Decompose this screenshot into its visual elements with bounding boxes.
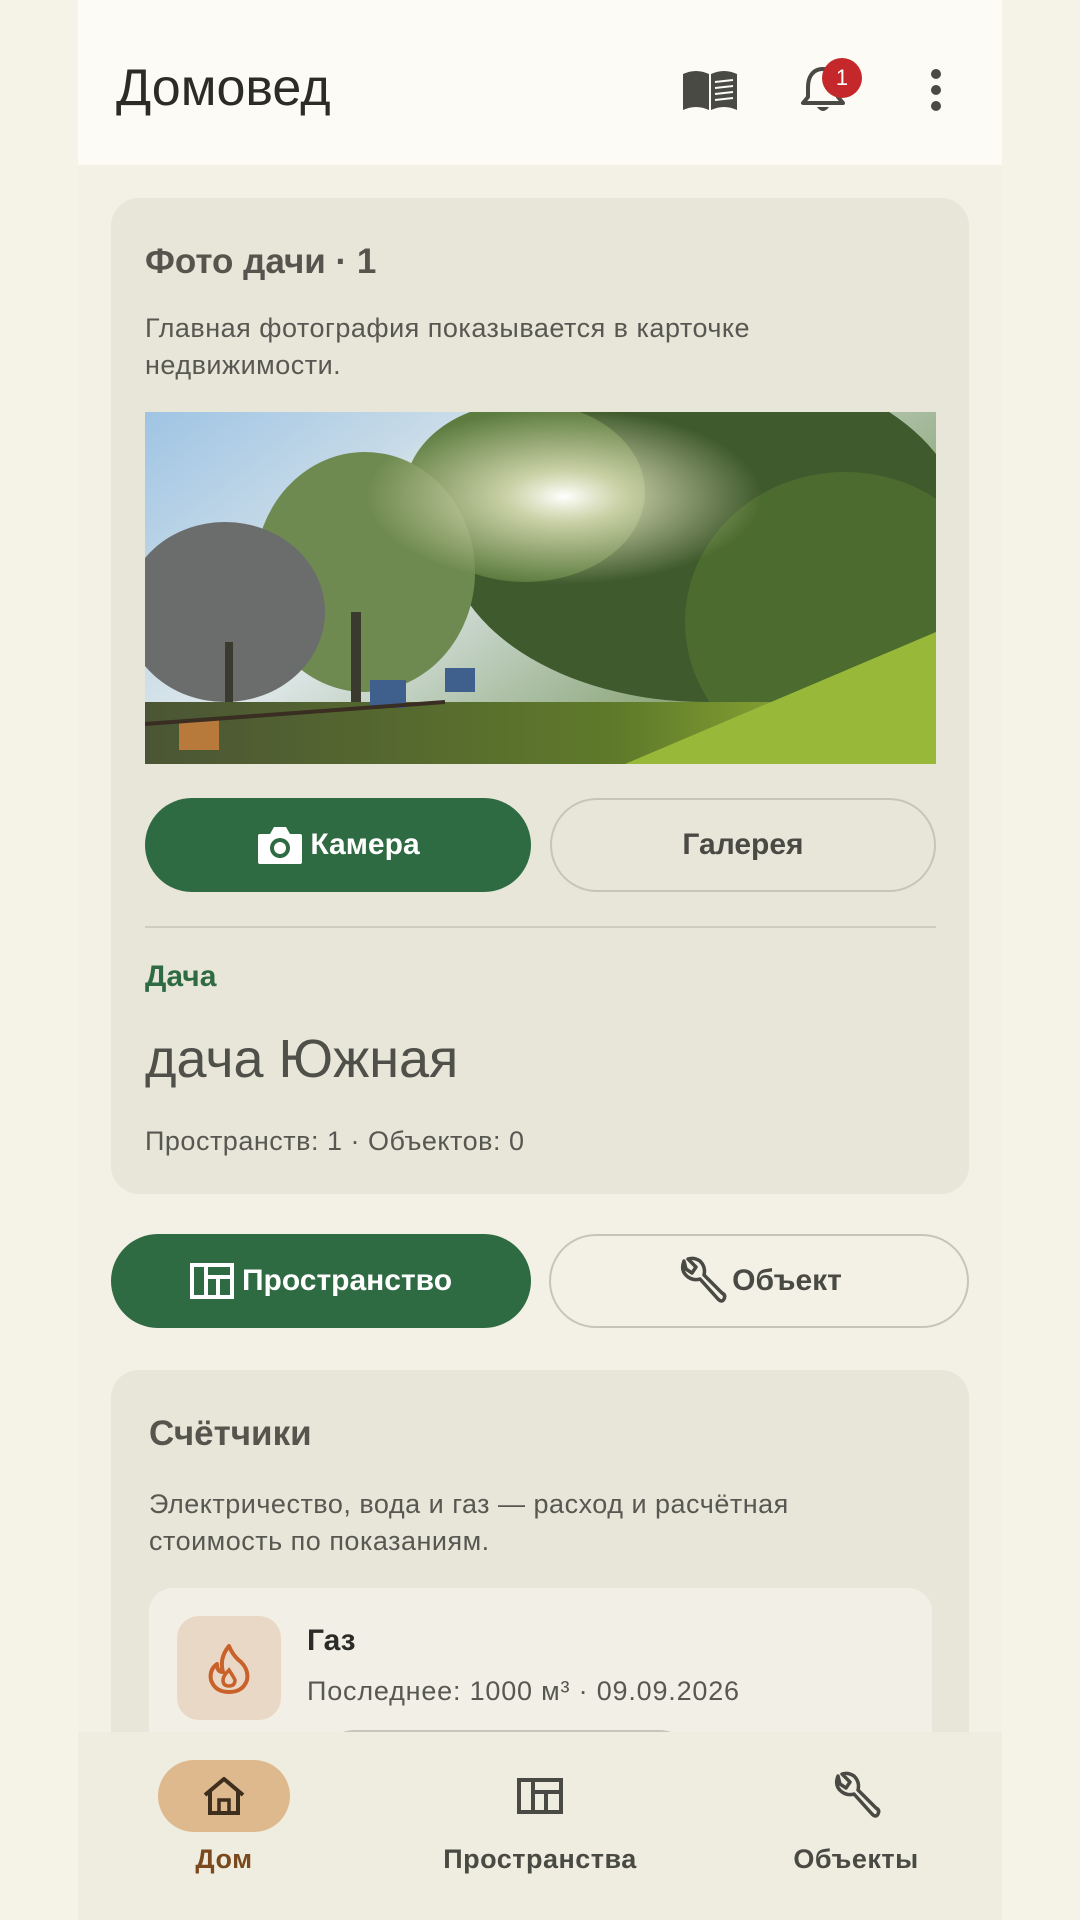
meter-last-reading: Последнее: 1000 м³ · 09.09.2026 bbox=[307, 1676, 740, 1706]
gallery-button[interactable]: Галерея bbox=[550, 798, 936, 892]
property-name: дача Южная bbox=[145, 1029, 459, 1089]
app-screen: Домовед 1 Фото дачи · 1 Главная фотограф… bbox=[78, 0, 1002, 1920]
top-app-bar: Домовед 1 bbox=[78, 0, 1002, 165]
property-photo[interactable] bbox=[145, 412, 936, 764]
nav-item-objects[interactable]: Объекты bbox=[776, 1732, 936, 1920]
meters-subtitle: Электричество, вода и газ — расход и рас… bbox=[149, 1489, 789, 1556]
nav-objects-indicator bbox=[790, 1760, 922, 1832]
property-stats: Пространств: 1 · Объектов: 0 bbox=[145, 1126, 525, 1156]
bottom-navigation: Дом Пространства Объекты bbox=[78, 1732, 1002, 1920]
nav-home-indicator bbox=[158, 1760, 290, 1832]
camera-button[interactable]: Камера bbox=[145, 798, 531, 892]
gallery-button-label: Галерея bbox=[682, 828, 804, 861]
book-icon[interactable] bbox=[680, 60, 740, 120]
notification-badge: 1 bbox=[822, 58, 862, 98]
nav-spaces-indicator bbox=[474, 1760, 606, 1832]
divider bbox=[145, 926, 936, 928]
home-icon bbox=[203, 1777, 245, 1815]
nav-label-spaces: Пространства bbox=[443, 1844, 637, 1874]
wrench-icon bbox=[834, 1771, 881, 1818]
nav-item-spaces[interactable]: Пространства bbox=[430, 1732, 650, 1920]
camera-button-label: Камера bbox=[310, 828, 420, 861]
app-title: Домовед bbox=[116, 59, 331, 117]
flame-icon bbox=[177, 1616, 281, 1720]
nav-label-objects: Объекты bbox=[793, 1844, 919, 1874]
property-card: Фото дачи · 1 Главная фотография показыв… bbox=[111, 198, 969, 1194]
add-space-button[interactable]: Пространство bbox=[111, 1234, 531, 1328]
photo-section-title: Фото дачи · 1 bbox=[145, 242, 377, 281]
floorplan-icon bbox=[517, 1778, 563, 1814]
photo-section-subtitle: Главная фотография показывается в карточ… bbox=[145, 313, 751, 380]
meter-name: Газ bbox=[307, 1624, 356, 1657]
property-type: Дача bbox=[145, 960, 217, 993]
add-object-button[interactable]: Объект bbox=[549, 1234, 969, 1328]
nav-label-home: Дом bbox=[195, 1844, 253, 1874]
meters-title: Счётчики bbox=[149, 1414, 312, 1453]
nav-item-home[interactable]: Дом bbox=[158, 1732, 290, 1920]
camera-icon bbox=[258, 827, 303, 864]
wrench-icon bbox=[681, 1256, 727, 1303]
more-vert-icon[interactable] bbox=[906, 60, 966, 120]
add-space-label: Пространство bbox=[241, 1264, 453, 1297]
add-object-label: Объект bbox=[732, 1264, 842, 1297]
floorplan-icon bbox=[189, 1263, 234, 1299]
